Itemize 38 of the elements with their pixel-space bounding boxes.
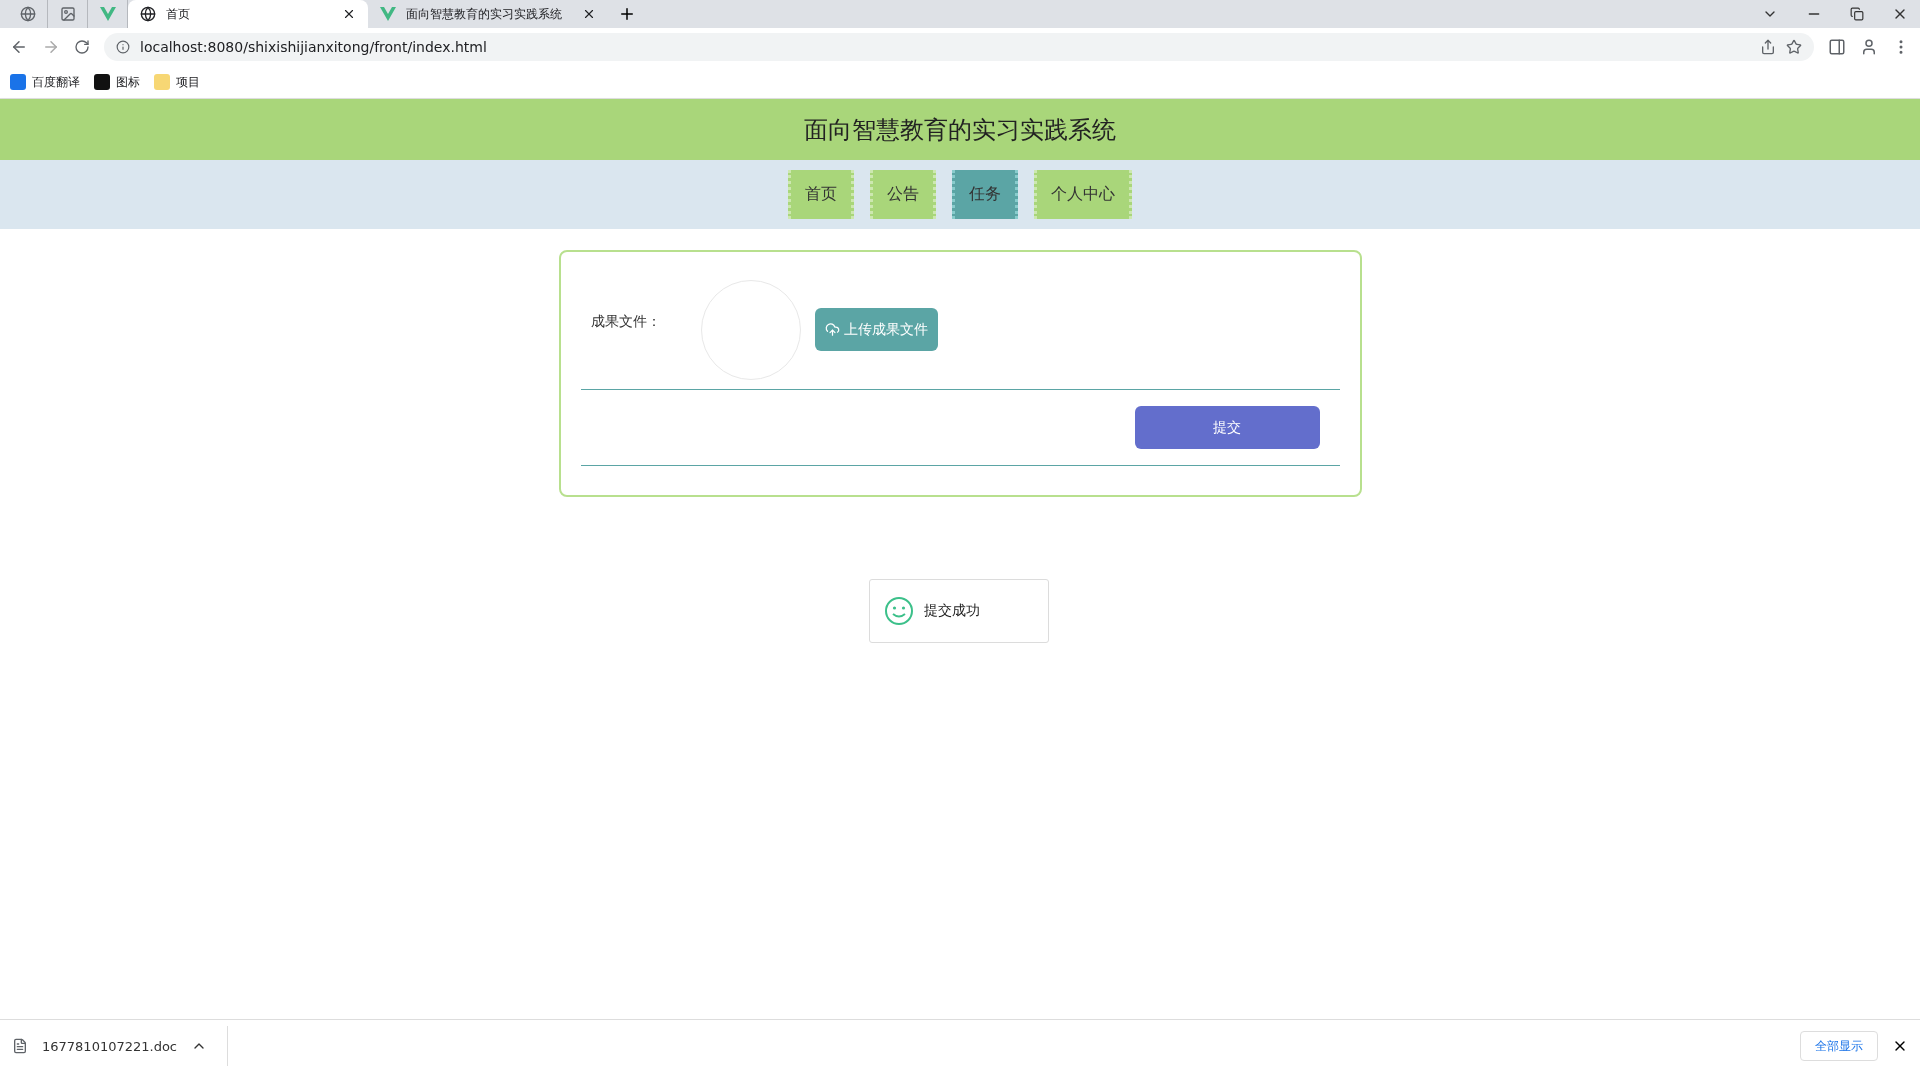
toast-message: 提交成功 [924, 602, 980, 620]
address-bar[interactable]: localhost:8080/shixishijianxitong/front/index.html [104, 33, 1814, 61]
reload-icon[interactable] [74, 39, 90, 55]
bookmark[interactable]: 项目 [154, 73, 200, 91]
v-logo-icon [380, 7, 396, 21]
download-item[interactable]: 1677810107221.doc [12, 1026, 228, 1066]
side-panel-icon[interactable] [1828, 38, 1846, 56]
bookmark[interactable]: 图标 [94, 73, 140, 91]
nav-tab[interactable]: 任务 [952, 170, 1018, 219]
new-tab-icon[interactable] [618, 5, 636, 23]
smiley-icon [884, 596, 914, 626]
nav-tab[interactable]: 首页 [788, 170, 854, 219]
profile-icon[interactable] [1860, 38, 1878, 56]
browser-tab[interactable]: 首页 [128, 0, 368, 28]
star-icon[interactable] [1786, 39, 1802, 55]
bookmark[interactable]: 百度翻译 [10, 73, 80, 91]
submit-button[interactable]: 提交 [1134, 406, 1320, 449]
nav-tab[interactable]: 公告 [870, 170, 936, 219]
browser-tab[interactable]: 面向智慧教育的实习实践系统 [368, 0, 608, 28]
back-icon[interactable] [10, 38, 28, 56]
close-icon[interactable] [582, 7, 596, 21]
close-icon[interactable] [342, 7, 356, 21]
bookmark-icon [10, 74, 26, 90]
image-icon [59, 6, 76, 22]
restore-icon[interactable] [1850, 7, 1864, 21]
nav-tab[interactable]: 个人中心 [1034, 170, 1132, 219]
v-logo-icon [99, 7, 116, 21]
globe-icon [140, 6, 156, 22]
info-icon [116, 40, 130, 54]
document-icon [12, 1038, 28, 1054]
share-icon[interactable] [1760, 39, 1776, 55]
site-title: 面向智慧教育的实习实践系统 [804, 114, 1116, 146]
show-all-button[interactable]: 全部显示 [1800, 1031, 1878, 1061]
globe-icon [19, 6, 36, 22]
bookmark-icon [154, 74, 170, 90]
bookmark-icon [94, 74, 110, 90]
field-label: 成果文件： [590, 312, 662, 331]
cloud-upload-icon [824, 322, 840, 337]
